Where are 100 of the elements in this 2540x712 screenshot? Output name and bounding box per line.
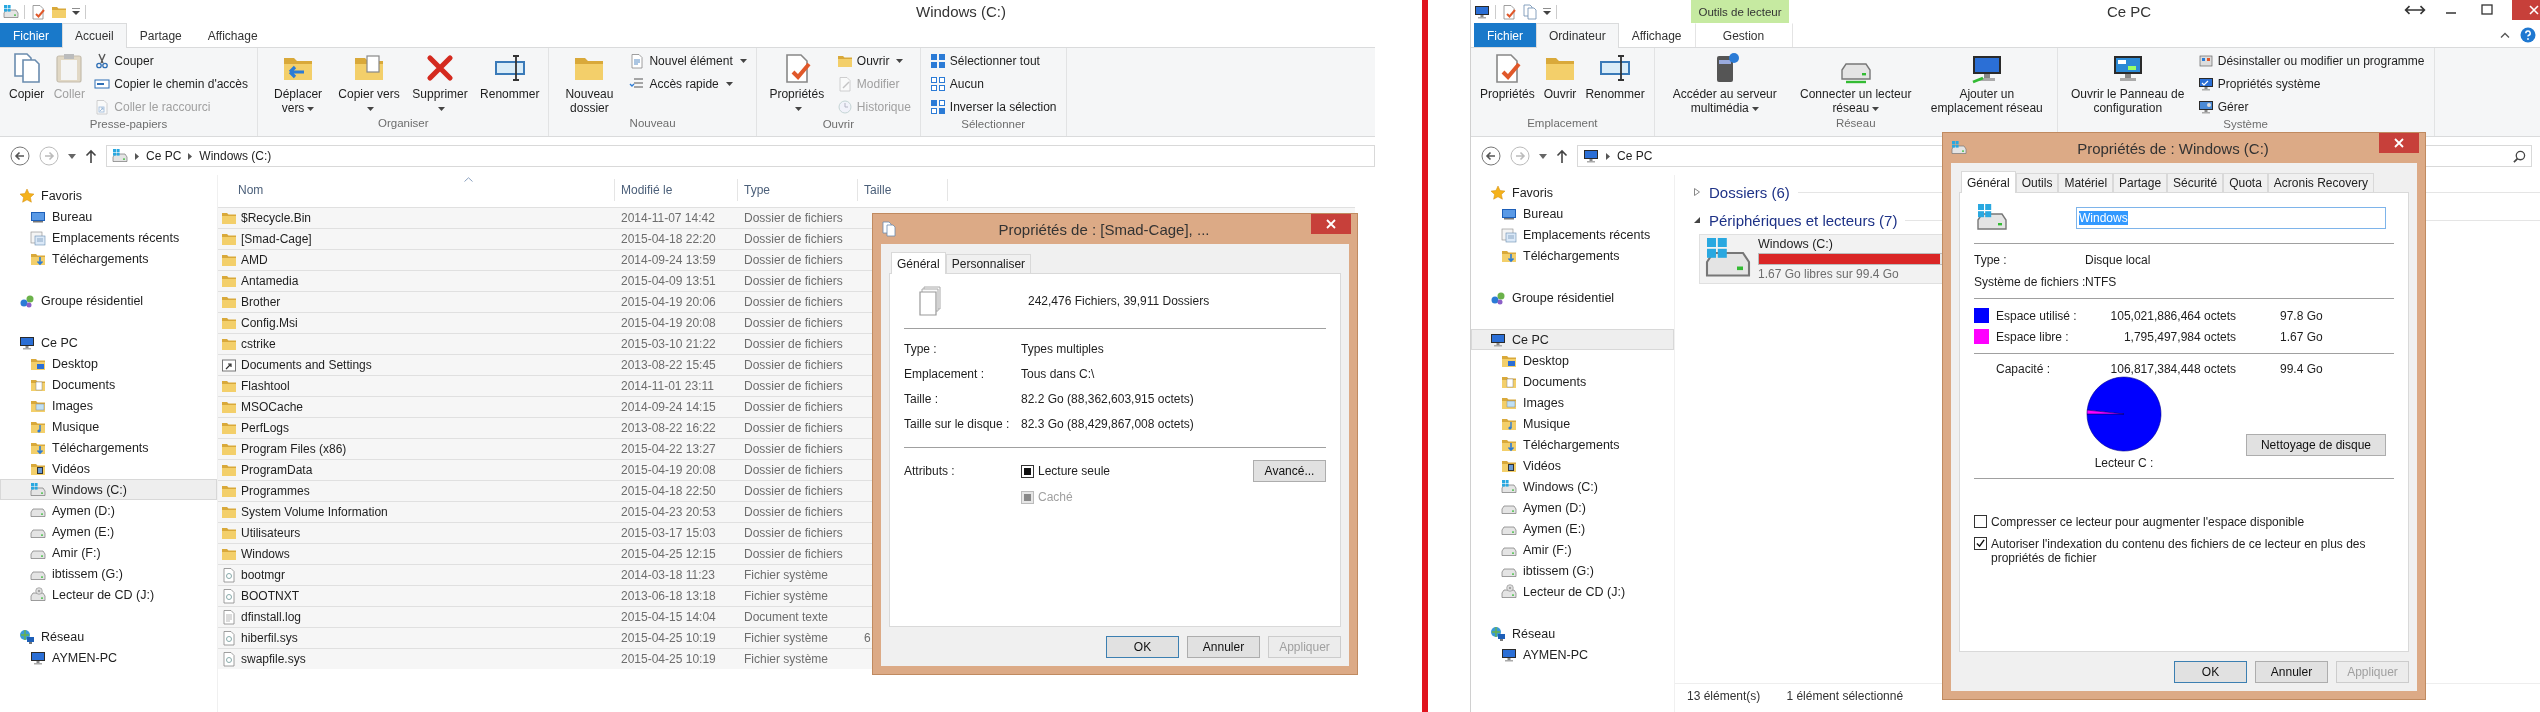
- column-header[interactable]: Taille: [858, 179, 948, 201]
- ribbon-button[interactable]: Accéder au serveur multimédia: [1660, 50, 1789, 117]
- recent-locations-button[interactable]: [68, 153, 76, 159]
- ribbon-button[interactable]: Ouvrir: [833, 50, 914, 72]
- sidebar-item[interactable]: ibtissem (G:): [0, 563, 217, 584]
- dialog-button[interactable]: Annuler: [1187, 636, 1260, 658]
- collapse-arrow-icon[interactable]: [1693, 216, 1701, 224]
- sidebar-item[interactable]: Images: [0, 395, 217, 416]
- sidebar-item[interactable]: Ce PC: [1471, 329, 1674, 350]
- ribbon-button[interactable]: Propriétés: [762, 50, 831, 117]
- ribbon-button[interactable]: Aucun: [926, 73, 1060, 95]
- sidebar-item[interactable]: Vidéos: [1471, 455, 1674, 476]
- ribbon-button[interactable]: Ajouter un emplacement réseau: [1922, 50, 2051, 117]
- ribbon-button[interactable]: Sélectionner tout: [926, 50, 1060, 72]
- breadcrumb[interactable]: Windows (C:): [199, 149, 272, 163]
- dialog-tab[interactable]: Matériel: [2058, 173, 2114, 192]
- breadcrumb[interactable]: Ce PC: [1617, 149, 1653, 163]
- ribbon-tab[interactable]: Fichier: [0, 23, 62, 47]
- ribbon-tab[interactable]: Gestion: [1694, 23, 1793, 47]
- expand-arrow-icon[interactable]: [1693, 188, 1701, 196]
- collapse-ribbon-icon[interactable]: [2500, 32, 2510, 38]
- ribbon-button[interactable]: Ouvrir: [1540, 50, 1580, 103]
- sidebar-item[interactable]: Groupe résidentiel: [1471, 287, 1674, 308]
- sidebar-item[interactable]: Lecteur de CD (J:): [0, 584, 217, 605]
- dialog-tab[interactable]: Quota: [2223, 173, 2268, 192]
- sidebar-item[interactable]: ibtissem (G:): [1471, 560, 1674, 581]
- column-header[interactable]: Nom: [218, 179, 615, 201]
- address-field[interactable]: Ce PC Windows (C:): [106, 145, 1375, 167]
- sidebar-item[interactable]: Desktop: [0, 353, 217, 374]
- back-button[interactable]: [1481, 146, 1501, 166]
- dialog-tab[interactable]: Partage: [2113, 173, 2168, 192]
- ribbon-tab[interactable]: Affichage: [1618, 23, 1695, 47]
- ribbon-button[interactable]: Accès rapide: [626, 73, 750, 95]
- ribbon-button[interactable]: Gérer: [2194, 96, 2428, 118]
- ribbon-button[interactable]: Déplacer vers: [264, 50, 333, 117]
- sidebar-item[interactable]: Réseau: [0, 626, 217, 647]
- dialog-tab[interactable]: Sécurité: [2167, 173, 2224, 192]
- sidebar-item[interactable]: Documents: [0, 374, 217, 395]
- sidebar-item[interactable]: Emplacements récents: [0, 227, 217, 248]
- ribbon-tab[interactable]: Ordinateur: [1536, 23, 1619, 48]
- section-header[interactable]: Dossiers (6): [1709, 183, 1790, 201]
- sidebar-item[interactable]: Favoris: [1471, 182, 1674, 203]
- sidebar-item[interactable]: AYMEN-PC: [1471, 644, 1674, 665]
- ribbon-button[interactable]: Propriétés: [1477, 50, 1538, 103]
- sidebar-item[interactable]: Aymen (E:): [0, 521, 217, 542]
- ribbon-button[interactable]: Propriétés système: [2194, 73, 2428, 95]
- sidebar-item[interactable]: Réseau: [1471, 623, 1674, 644]
- dialog-tab[interactable]: Général: [1961, 171, 2016, 193]
- computer-icon[interactable]: [1474, 3, 1490, 20]
- dialog-button[interactable]: OK: [1106, 636, 1179, 658]
- sidebar-item[interactable]: Musique: [0, 416, 217, 437]
- ribbon-tab[interactable]: Partage: [126, 23, 195, 47]
- section-header[interactable]: Périphériques et lecteurs (7): [1709, 211, 1898, 229]
- sidebar-item[interactable]: Documents: [1471, 371, 1674, 392]
- ribbon-button[interactable]: Copier le chemin d'accès: [91, 73, 252, 95]
- sidebar-item[interactable]: Groupe résidentiel: [0, 290, 217, 311]
- ribbon-tab[interactable]: Affichage: [194, 23, 271, 47]
- ribbon-button[interactable]: Nouveau dossier: [555, 50, 624, 117]
- customize-toolbar-icon[interactable]: [1543, 8, 1551, 15]
- ribbon-tab[interactable]: Accueil: [62, 23, 127, 48]
- dialog-tab[interactable]: Acronis Recovery: [2267, 173, 2374, 192]
- breadcrumb[interactable]: Ce PC: [146, 149, 182, 163]
- dialog-tab[interactable]: Personnaliser: [945, 254, 1032, 273]
- sidebar-item[interactable]: Windows (C:): [0, 479, 217, 500]
- disk-cleanup-button[interactable]: Nettoyage de disque: [2246, 434, 2386, 456]
- up-button[interactable]: [1556, 149, 1568, 163]
- back-button[interactable]: [10, 146, 30, 166]
- sidebar-item[interactable]: Téléchargements: [1471, 245, 1674, 266]
- sidebar-item[interactable]: Vidéos: [0, 458, 217, 479]
- sidebar-item[interactable]: Téléchargements: [0, 248, 217, 269]
- sidebar-item[interactable]: Bureau: [0, 206, 217, 227]
- ribbon-button[interactable]: Couper: [91, 50, 252, 72]
- column-header[interactable]: Modifié le: [615, 179, 738, 201]
- dialog-tab[interactable]: Général: [891, 252, 946, 274]
- sidebar-item[interactable]: Desktop: [1471, 350, 1674, 371]
- sidebar-item[interactable]: Ce PC: [0, 332, 217, 353]
- sidebar-item[interactable]: Téléchargements: [0, 437, 217, 458]
- checkbox[interactable]: [1021, 464, 1034, 478]
- properties-icon[interactable]: [30, 3, 46, 20]
- close-button[interactable]: [2379, 133, 2419, 153]
- ribbon-tab[interactable]: Fichier: [1474, 23, 1536, 47]
- help-icon[interactable]: [2520, 27, 2536, 43]
- sidebar-item[interactable]: Emplacements récents: [1471, 224, 1674, 245]
- up-button[interactable]: [85, 149, 97, 163]
- customize-toolbar-icon[interactable]: [72, 8, 80, 15]
- sidebar-item[interactable]: Favoris: [0, 185, 217, 206]
- properties-icon[interactable]: [1501, 3, 1517, 20]
- ribbon-button[interactable]: Copier vers: [335, 50, 404, 117]
- ribbon-button[interactable]: Copier: [6, 50, 48, 103]
- column-header[interactable]: Type: [738, 179, 858, 201]
- ribbon-button[interactable]: Ouvrir le Panneau de configuration: [2063, 50, 2192, 117]
- ribbon-button[interactable]: Supprimer: [406, 50, 475, 117]
- sidebar-item[interactable]: Amir (F:): [1471, 539, 1674, 560]
- close-button[interactable]: [1311, 214, 1351, 234]
- checkbox[interactable]: [1974, 515, 1987, 528]
- sidebar-item[interactable]: Images: [1471, 392, 1674, 413]
- dialog-tab[interactable]: Outils: [2015, 173, 2059, 192]
- ribbon-button[interactable]: Renommer: [477, 50, 543, 103]
- sidebar-item[interactable]: Lecteur de CD (J:): [1471, 581, 1674, 602]
- sidebar-item[interactable]: Windows (C:): [1471, 476, 1674, 497]
